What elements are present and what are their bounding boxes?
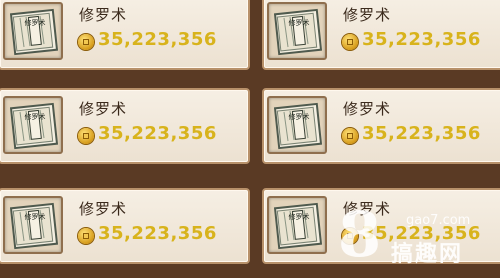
item-name: 修罗术: [79, 6, 128, 24]
watermark-site-url: gao7.com: [406, 213, 471, 228]
scroll-book-icon: 修罗术: [274, 8, 322, 56]
item-name: 修罗术: [343, 100, 392, 118]
gold-coin-icon: [78, 228, 94, 244]
item-name: 修罗术: [343, 6, 392, 24]
scroll-book-icon: 修罗术: [10, 202, 58, 250]
item-icon-frame: 修罗术: [3, 2, 63, 60]
watermark-logo-mark: 8: [338, 198, 382, 271]
item-price: 35,223,356: [98, 123, 217, 144]
site-watermark: 8 gao7.com 搞趣网: [338, 200, 500, 278]
item-price: 35,223,356: [362, 29, 481, 50]
item-card[interactable]: 修罗术 修罗术 35,223,356: [262, 0, 500, 70]
svg-text:修罗术: 修罗术: [289, 212, 310, 221]
gold-coin-icon: [78, 128, 94, 144]
svg-text:修罗术: 修罗术: [25, 112, 46, 121]
item-card[interactable]: 修罗术 修罗术 35,223,356: [0, 88, 250, 164]
item-card[interactable]: 修罗术 修罗术 35,223,356: [262, 88, 500, 164]
item-price: 35,223,356: [362, 123, 481, 144]
item-icon-frame: 修罗术: [267, 2, 327, 60]
gold-coin-icon: [78, 34, 94, 50]
item-price: 35,223,356: [98, 223, 217, 244]
svg-text:修罗术: 修罗术: [289, 112, 310, 121]
item-card[interactable]: 修罗术 修罗术 35,223,356: [0, 188, 250, 264]
watermark-brand: 搞趣网: [391, 242, 464, 267]
svg-text:修罗术: 修罗术: [289, 18, 310, 27]
scroll-book-icon: 修罗术: [10, 8, 58, 56]
gold-coin-icon: [342, 34, 358, 50]
svg-text:修罗术: 修罗术: [25, 212, 46, 221]
scroll-book-icon: 修罗术: [274, 202, 322, 250]
item-icon-frame: 修罗术: [267, 96, 327, 154]
item-price: 35,223,356: [98, 29, 217, 50]
item-name: 修罗术: [79, 100, 128, 118]
item-card[interactable]: 修罗术 修罗术 35,223,356: [0, 0, 250, 70]
scroll-book-icon: 修罗术: [274, 102, 322, 150]
item-name: 修罗术: [79, 200, 128, 218]
gold-coin-icon: [342, 128, 358, 144]
item-icon-frame: 修罗术: [267, 196, 327, 254]
item-icon-frame: 修罗术: [3, 196, 63, 254]
scroll-book-icon: 修罗术: [10, 102, 58, 150]
svg-text:修罗术: 修罗术: [25, 18, 46, 27]
item-icon-frame: 修罗术: [3, 96, 63, 154]
